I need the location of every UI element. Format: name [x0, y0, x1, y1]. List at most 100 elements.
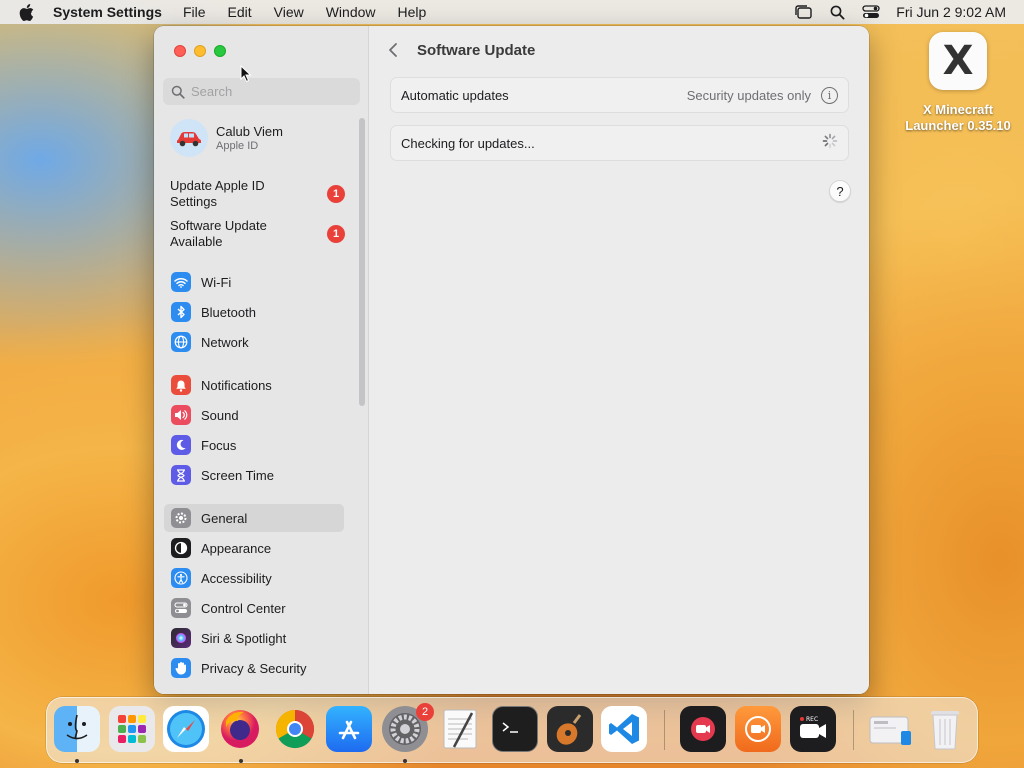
dock: 2 REC	[46, 697, 978, 763]
dock-safari[interactable]	[163, 706, 209, 752]
dock-finder[interactable]	[54, 706, 100, 752]
system-settings-window: Calub Viem Apple ID Update Apple ID Sett…	[154, 26, 869, 694]
menu-window[interactable]: Window	[326, 4, 376, 20]
help-button[interactable]: ?	[829, 180, 851, 202]
sidebar-item-label: Bluetooth	[201, 304, 256, 320]
downloads-stack-icon	[869, 716, 911, 745]
back-button[interactable]	[388, 41, 402, 59]
desktop-icon-x-minecraft-launcher[interactable]: X X Minecraft Launcher 0.35.10	[898, 32, 1018, 134]
sidebar-item-label: Sound	[201, 407, 239, 423]
sidebar-item-network[interactable]: Network	[164, 328, 344, 356]
menu-bar: System Settings File Edit View Window He…	[0, 0, 1024, 24]
dock-settings-badge: 2	[416, 703, 434, 721]
dock-downloads[interactable]	[867, 706, 913, 752]
sidebar-item-label: Wi-Fi	[201, 274, 232, 290]
gear-icon	[171, 508, 191, 528]
wifi-icon	[171, 272, 191, 292]
dock-firefox[interactable]	[217, 706, 263, 752]
notice-line1: Update Apple ID	[170, 178, 265, 193]
bluetooth-icon	[171, 302, 191, 322]
vscode-icon	[609, 714, 639, 744]
sidebar-item-bluetooth[interactable]: Bluetooth	[164, 298, 344, 326]
stage-manager-icon[interactable]	[794, 5, 812, 19]
menu-help[interactable]: Help	[398, 4, 427, 20]
spinner-icon	[822, 133, 838, 154]
bell-icon	[171, 375, 191, 395]
zoom-button[interactable]	[214, 45, 226, 57]
dock-screen-recorder-pro[interactable]	[735, 706, 781, 752]
apple-menu-icon[interactable]	[19, 3, 35, 21]
firefox-icon	[221, 710, 259, 748]
sidebar-item-label: Focus	[201, 437, 237, 453]
sidebar-item-appearance[interactable]: Appearance	[164, 534, 344, 562]
notice-update-apple-id[interactable]: Update Apple ID Settings 1	[170, 178, 345, 210]
menu-view[interactable]: View	[274, 4, 304, 20]
terminal-icon	[502, 722, 518, 733]
siri-icon	[171, 628, 191, 648]
dock-chrome[interactable]	[272, 706, 318, 752]
menu-file[interactable]: File	[183, 4, 206, 20]
toggles-icon	[171, 598, 191, 618]
automatic-updates-label: Automatic updates	[401, 87, 509, 103]
close-button[interactable]	[174, 45, 186, 57]
running-indicator	[239, 759, 243, 763]
automatic-updates-value-group: Security updates only i	[687, 86, 838, 104]
dock-terminal[interactable]	[492, 706, 538, 752]
dock-garageband[interactable]	[547, 706, 593, 752]
app-store-icon	[338, 720, 360, 740]
menu-app-name[interactable]: System Settings	[53, 4, 162, 20]
car-avatar-icon	[177, 132, 201, 147]
dock-launchpad[interactable]	[109, 706, 155, 752]
dock-video-recorder[interactable]: REC	[790, 706, 836, 752]
guitar-icon	[556, 714, 582, 745]
page-title: Software Update	[417, 41, 536, 59]
svg-text:REC: REC	[806, 716, 818, 723]
sidebar-item-sound[interactable]: Sound	[164, 401, 344, 429]
menu-clock[interactable]: Fri Jun 2 9:02 AM	[896, 4, 1006, 20]
automatic-updates-row[interactable]: Automatic updates Security updates only …	[390, 77, 849, 113]
profile-text: Calub Viem Apple ID	[216, 124, 283, 152]
control-center-icon[interactable]	[862, 5, 880, 19]
sidebar-item-label: Screen Time	[201, 467, 274, 483]
sidebar-item-focus[interactable]: Focus	[164, 431, 344, 459]
sidebar-item-control-center[interactable]: Control Center	[164, 594, 344, 622]
hourglass-icon	[171, 465, 191, 485]
sidebar-item-label: Appearance	[201, 540, 272, 556]
hand-icon	[171, 658, 191, 678]
sidebar-item-general[interactable]: General	[164, 504, 344, 532]
menu-edit[interactable]: Edit	[228, 4, 252, 20]
x-launcher-icon: X	[929, 32, 987, 90]
sidebar-item-privacy-security[interactable]: Privacy & Security	[164, 654, 344, 682]
notice-software-update[interactable]: Software Update Available 1	[170, 218, 345, 250]
sidebar-scrollbar[interactable]	[359, 118, 365, 406]
dock-textedit[interactable]	[437, 706, 483, 752]
checking-updates-row: Checking for updates...	[390, 125, 849, 161]
speaker-icon	[171, 405, 191, 425]
dock-trash[interactable]	[922, 706, 968, 752]
info-icon[interactable]: i	[821, 86, 838, 104]
sidebar-item-notifications[interactable]: Notifications	[164, 371, 344, 399]
dock-separator	[853, 710, 854, 750]
sidebar-search[interactable]	[163, 78, 360, 105]
window-controls	[174, 45, 234, 57]
apple-id-profile[interactable]: Calub Viem Apple ID	[170, 119, 283, 157]
dock-screen-recorder[interactable]	[680, 706, 726, 752]
appearance-icon	[171, 538, 191, 558]
spotlight-icon[interactable]	[828, 5, 846, 20]
sidebar-item-siri-spotlight[interactable]: Siri & Spotlight	[164, 624, 344, 652]
rec-camera-icon: REC	[800, 716, 826, 738]
main-pane: Software Update Automatic updates Securi…	[370, 26, 869, 694]
dock-vscode[interactable]	[601, 706, 647, 752]
sidebar-item-screen-time[interactable]: Screen Time	[164, 461, 344, 489]
sidebar-item-label: Network	[201, 334, 249, 350]
minimize-button[interactable]	[194, 45, 206, 57]
sidebar-item-accessibility[interactable]: Accessibility	[164, 564, 344, 592]
search-input[interactable]	[191, 84, 351, 99]
sidebar-item-label: Notifications	[201, 377, 272, 393]
dock-separator	[664, 710, 665, 750]
sidebar-item-wifi[interactable]: Wi-Fi	[164, 268, 344, 296]
notice-text: Software Update Available	[170, 218, 310, 250]
profile-subtitle: Apple ID	[216, 140, 259, 152]
checking-updates-label: Checking for updates...	[401, 135, 535, 151]
dock-app-store[interactable]	[326, 706, 372, 752]
